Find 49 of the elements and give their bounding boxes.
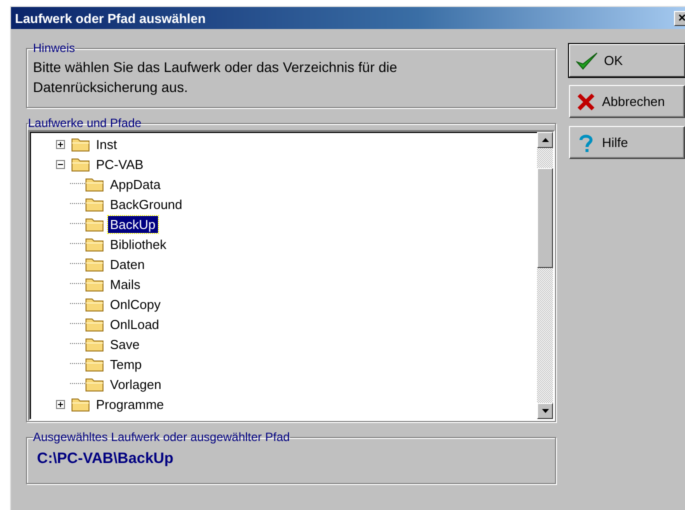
folder-icon bbox=[85, 316, 105, 332]
group-label: Laufwerke und Pfade bbox=[28, 116, 142, 130]
group-label: Hinweis bbox=[33, 41, 76, 55]
expand-icon[interactable] bbox=[56, 400, 65, 408]
up-arrow-icon bbox=[542, 138, 548, 142]
scroll-up-button[interactable] bbox=[537, 132, 553, 148]
tree-item[interactable]: Programme bbox=[94, 396, 166, 412]
tree-item[interactable]: Vorlagen bbox=[108, 376, 164, 392]
tree-item[interactable]: Temp bbox=[108, 356, 144, 372]
group-label: Ausgewähltes Laufwerk oder ausgewählter Pfad bbox=[33, 430, 290, 444]
folder-icon bbox=[71, 156, 91, 172]
folder-icon bbox=[85, 296, 105, 312]
tree-item[interactable]: BackUp bbox=[108, 216, 158, 232]
scrollbar-thumb[interactable] bbox=[537, 168, 553, 268]
tree-item[interactable]: OnlLoad bbox=[108, 316, 162, 332]
scrollbar[interactable] bbox=[537, 132, 553, 419]
folder-icon bbox=[85, 196, 105, 212]
folder-icon bbox=[85, 256, 105, 272]
checkmark-icon bbox=[576, 50, 598, 70]
folder-icon bbox=[85, 356, 105, 372]
collapse-icon[interactable] bbox=[56, 160, 65, 168]
close-button[interactable]: × bbox=[674, 10, 685, 26]
folder-icon bbox=[85, 236, 105, 252]
hint-text: Bitte wählen Sie das Laufwerk oder das Verzeichnis für die Datenrücksicherung aus. bbox=[33, 58, 398, 97]
folder-icon bbox=[85, 336, 105, 352]
folder-icon bbox=[85, 376, 105, 392]
selected-path: C:\PC-VAB\BackUp bbox=[36, 449, 174, 469]
tree-item[interactable]: Daten bbox=[108, 256, 147, 272]
tree-item[interactable]: AppData bbox=[108, 176, 163, 192]
scroll-down-button[interactable] bbox=[537, 403, 553, 419]
down-arrow-icon bbox=[542, 409, 548, 413]
folder-icon bbox=[85, 216, 105, 232]
folder-icon bbox=[85, 176, 105, 192]
folder-icon bbox=[71, 396, 91, 412]
tree-item[interactable]: PC-VAB bbox=[94, 156, 146, 172]
help-button[interactable]: Hilfe bbox=[569, 126, 685, 159]
folder-icon bbox=[71, 136, 91, 152]
cross-icon bbox=[576, 92, 596, 112]
tree-item[interactable]: Inst bbox=[94, 136, 119, 152]
tree-item[interactable]: Bibliothek bbox=[108, 236, 168, 252]
expand-icon[interactable] bbox=[56, 140, 65, 148]
tree-item[interactable]: Mails bbox=[108, 276, 142, 292]
tree-item[interactable]: Save bbox=[108, 336, 142, 352]
window-title: Laufwerk oder Pfad auswählen bbox=[15, 10, 206, 26]
cancel-button[interactable]: Abbrechen bbox=[569, 85, 685, 118]
tree-item[interactable]: BackGround bbox=[108, 196, 184, 212]
ok-button[interactable]: OK bbox=[569, 44, 685, 77]
tree-item[interactable]: OnlCopy bbox=[108, 296, 163, 312]
folder-icon bbox=[85, 276, 105, 292]
